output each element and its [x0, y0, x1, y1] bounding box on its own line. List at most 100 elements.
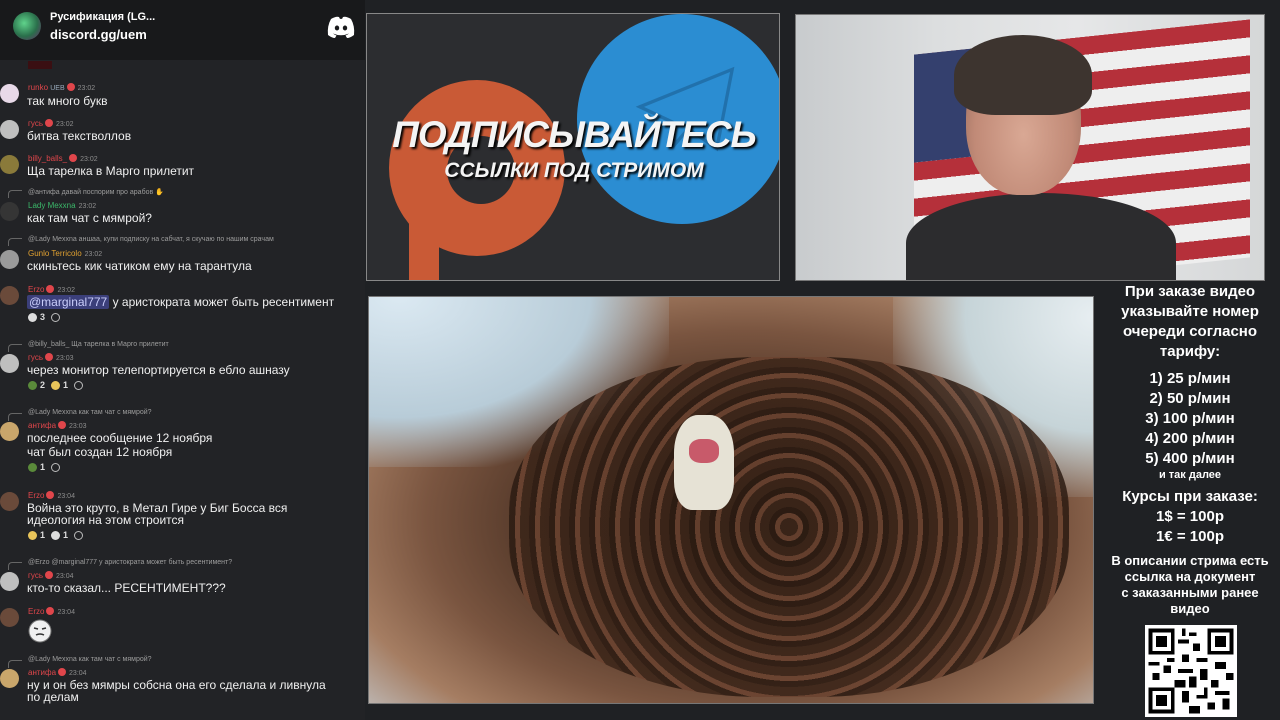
price-tier-1: 1) 25 р/мин — [1149, 370, 1231, 387]
discord-header[interactable]: Русификация (LG... discord.gg/uem — [0, 0, 365, 60]
add-reaction-button[interactable] — [74, 380, 84, 390]
reaction[interactable]: 2 — [28, 380, 45, 390]
sub-badge-icon — [66, 83, 75, 91]
video-mask — [689, 439, 719, 463]
price-tier-2: 2) 50 р/мин — [1149, 390, 1231, 407]
timestamp: 23:02 — [84, 251, 103, 258]
timestamp: 23:04 — [57, 493, 75, 500]
video-crowd — [509, 357, 1069, 697]
reaction[interactable]: 1 — [28, 462, 45, 472]
info-heading-1: При заказе видео — [1124, 283, 1256, 300]
reply-preview[interactable]: @billy_balls_ Ща тарелка в Марго прилети… — [28, 341, 169, 348]
avatar — [0, 84, 19, 103]
qr-code-icon[interactable] — [1145, 625, 1237, 717]
username[interactable]: гусь 23:04 — [28, 571, 74, 580]
message-text: как там чат с мямрой? — [27, 211, 152, 225]
rate-usd: 1$ = 100р — [1156, 508, 1224, 525]
reply-preview[interactable]: @Lady Mexxna как там чат с мямрой? — [28, 409, 152, 416]
description-line-1: В описании стрима есть — [1111, 553, 1269, 568]
add-reaction-button[interactable] — [51, 462, 61, 472]
reactions: 1 — [28, 462, 61, 472]
reaction[interactable]: 1 — [28, 530, 45, 540]
sub-badge-icon — [69, 154, 78, 162]
sub-badge-icon — [46, 607, 55, 615]
streamer-hair — [954, 35, 1092, 115]
server-invite[interactable]: discord.gg/uem — [50, 27, 147, 42]
reactions: 2 1 — [28, 380, 84, 390]
reaction[interactable]: 1 — [51, 380, 68, 390]
message-text: последнее сообщение 12 ноября — [27, 431, 213, 445]
message-text: скиньтесь кик чатиком ему на тарантула — [27, 259, 252, 273]
timestamp: 23:04 — [56, 573, 74, 580]
avatar — [0, 422, 19, 441]
reply-preview[interactable]: @антифа давай поспорим про арабов ✋ — [28, 188, 164, 196]
reaction[interactable]: 3 — [28, 312, 45, 322]
avatar — [0, 202, 19, 221]
add-reaction-button[interactable] — [74, 530, 84, 540]
avatar — [0, 572, 19, 591]
message-text-line2: идеология на этом строится — [27, 513, 185, 527]
timestamp: 23:02 — [77, 85, 96, 92]
username[interactable]: Lady Mexxna 23:02 — [28, 201, 96, 210]
message-text: через монитор телепортируется в ебло ашн… — [27, 363, 290, 377]
emote-icon — [28, 380, 37, 390]
username[interactable]: Erzo 23:02 — [28, 285, 75, 294]
username[interactable]: гусь 23:03 — [28, 353, 74, 362]
timestamp: 23:04 — [69, 670, 87, 677]
username[interactable]: Gunlo Terricolo 23:02 — [28, 249, 102, 258]
sub-badge-icon — [45, 571, 53, 579]
message-text: Ща тарелка в Марго прилетит — [27, 164, 195, 178]
sub-badge-icon — [45, 353, 53, 361]
timestamp: 23:03 — [69, 423, 87, 430]
reply-connector — [8, 562, 22, 570]
description-line-3: с заказанными ранее — [1121, 585, 1259, 600]
main-video[interactable] — [368, 296, 1094, 704]
user-mention[interactable]: @marginal777 — [27, 295, 110, 309]
reply-preview[interactable]: @Erzo @marginal777 у аристократа может б… — [28, 559, 232, 566]
reaction[interactable]: 1 — [51, 530, 68, 540]
avatar — [0, 286, 19, 305]
discord-icon — [327, 16, 355, 38]
username[interactable]: runko UEB 23:02 — [28, 83, 95, 92]
username[interactable]: антифа 23:03 — [28, 421, 87, 430]
price-tier-5: 5) 400 р/мин — [1145, 450, 1235, 467]
server-icon — [13, 12, 41, 40]
sub-badge-icon — [58, 668, 67, 676]
rates-title: Курсы при заказе: — [1122, 488, 1258, 505]
add-reaction-button[interactable] — [51, 312, 61, 322]
message-text: кто-то сказал... РЕСЕНТИМЕНТ??? — [27, 581, 226, 595]
message-text: битва текстволлов — [27, 129, 132, 143]
avatar — [0, 120, 19, 139]
timestamp: 23:02 — [57, 287, 75, 294]
timestamp: 23:04 — [57, 609, 75, 616]
username[interactable]: billy_balls_ 23:02 — [28, 154, 98, 163]
username[interactable]: антифа 23:04 — [28, 668, 87, 677]
avatar — [0, 155, 19, 174]
sub-badge-icon — [46, 285, 55, 293]
skull-emoji-icon — [51, 530, 61, 540]
subscribe-banner: ПОДПИСЫВАЙТЕСЬ ССЫЛКИ ПОД СТРИМОМ — [366, 13, 780, 281]
avatar — [0, 354, 19, 373]
username[interactable]: гусь 23:02 — [28, 119, 74, 128]
add-reaction-icon — [51, 462, 61, 472]
webcam-feed — [795, 14, 1265, 281]
skull-emoji-icon — [28, 312, 37, 322]
reactions: 1 1 — [28, 530, 84, 540]
username[interactable]: Erzo 23:04 — [28, 491, 75, 500]
description-line-4: видео — [1170, 601, 1210, 616]
emote-icon — [28, 462, 37, 472]
order-info-panel: При заказе видео указывайте номер очеред… — [1100, 282, 1280, 617]
banner-title: ПОДПИСЫВАЙТЕСЬ — [392, 114, 756, 155]
sub-badge-icon — [58, 421, 67, 429]
scrolled-avatar-stub — [28, 61, 52, 69]
username[interactable]: Erzo 23:04 — [28, 607, 75, 616]
price-tier-4: 4) 200 р/мин — [1145, 430, 1235, 447]
rate-eur: 1€ = 100р — [1156, 528, 1224, 545]
sub-badge-icon — [46, 491, 55, 499]
avatar — [0, 608, 19, 627]
reply-preview[interactable]: @Lady Mexxna как там чат с мямрой? — [28, 656, 152, 663]
emote-icon — [28, 530, 37, 540]
timestamp: 23:02 — [78, 203, 97, 210]
sub-badge-icon — [45, 119, 53, 127]
reply-preview[interactable]: @Lady Mexxna аншаа, купи подписку на саб… — [28, 236, 274, 243]
